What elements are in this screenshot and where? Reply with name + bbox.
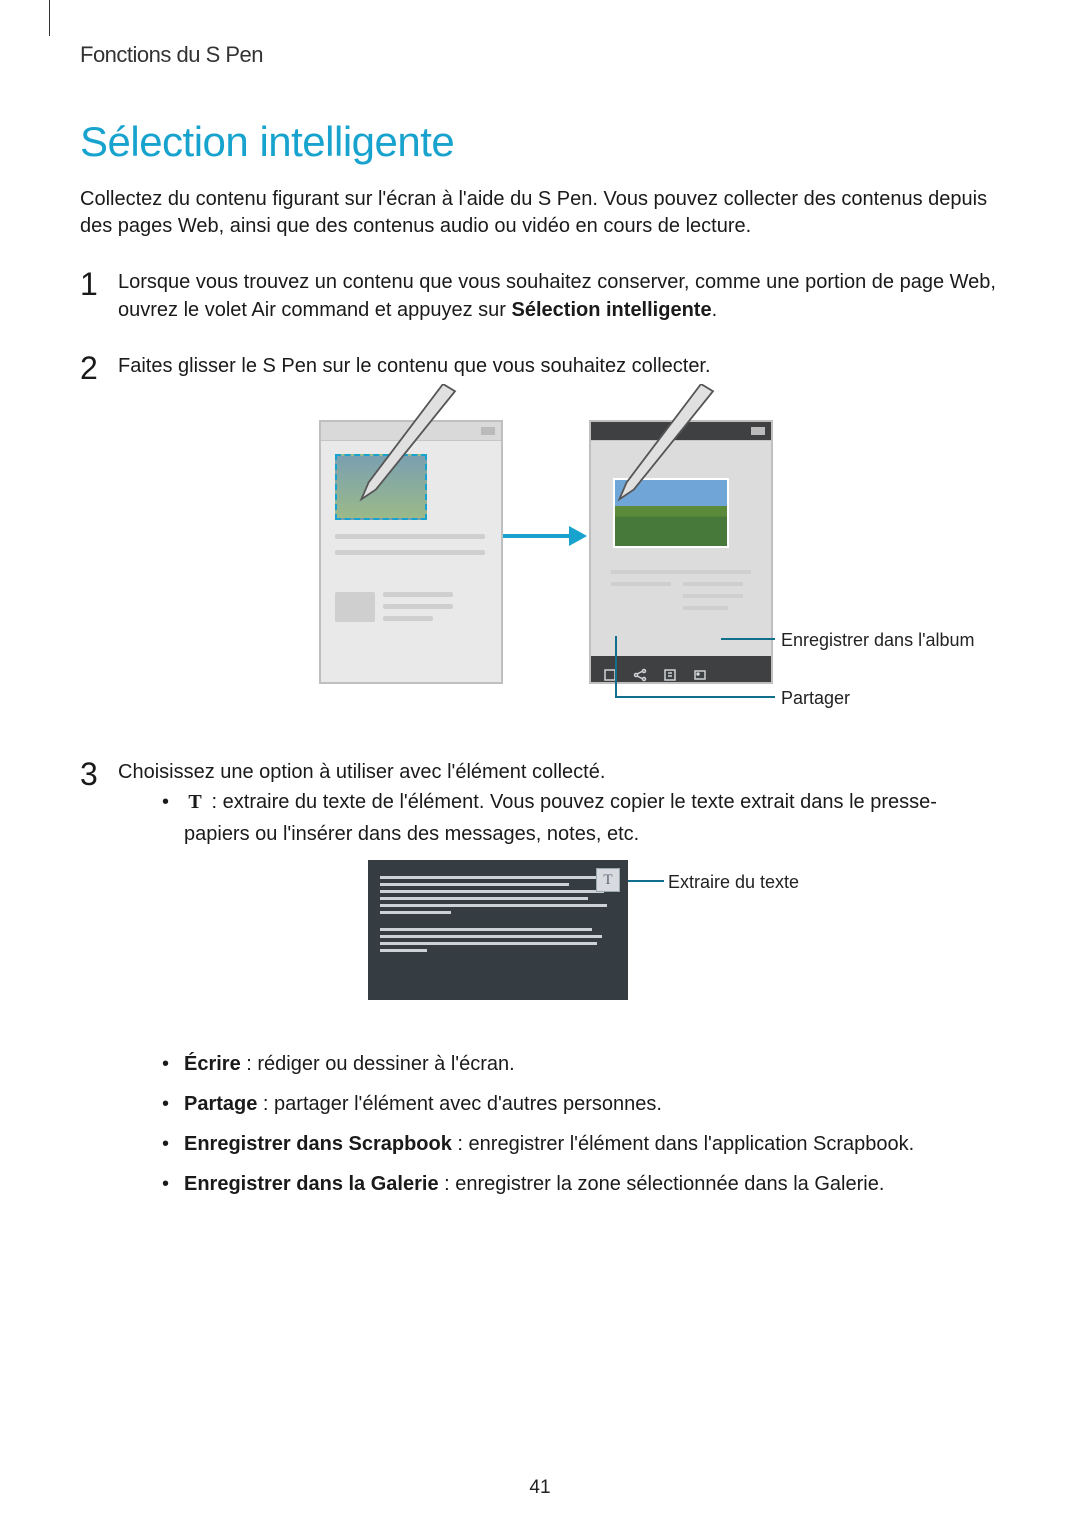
bullet-share: Partage : partager l'élément avec d'autr…	[156, 1088, 1000, 1120]
step-1-text-c: .	[712, 299, 718, 321]
mock-line	[335, 550, 485, 555]
step-2-text: Faites glisser le S Pen sur le contenu q…	[118, 355, 711, 377]
mock-line	[380, 883, 569, 886]
text-capture-screen: T	[368, 860, 628, 1000]
bullet-text-extract: T : extraire du texte de l'élément. Vous…	[156, 786, 1000, 850]
action-toolbar	[591, 656, 771, 682]
mock-line	[335, 534, 485, 539]
mock-line	[383, 616, 433, 621]
callout-share: Partager	[781, 686, 981, 711]
leader-line	[615, 696, 775, 698]
mock-line	[683, 606, 728, 610]
scrapbook-icon	[663, 662, 677, 676]
mock-line	[611, 582, 671, 586]
mock-line	[383, 592, 453, 597]
bullet-desc: : partager l'élément avec d'autres perso…	[257, 1093, 662, 1115]
leader-line	[628, 880, 664, 882]
step-number: 1	[80, 262, 98, 307]
page-body: Fonctions du S Pen Sélection intelligent…	[0, 0, 1080, 1200]
mock-line	[380, 876, 597, 879]
arrow-icon	[503, 530, 587, 542]
step-1-term: Sélection intelligente	[512, 299, 712, 321]
leader-line	[615, 636, 617, 698]
mock-line	[683, 594, 743, 598]
page-title: Sélection intelligente	[80, 118, 1000, 166]
gallery-icon	[693, 662, 707, 676]
selection-marquee	[335, 454, 427, 520]
mock-line	[380, 897, 588, 900]
callout-label: Extraire du texte	[668, 872, 799, 892]
text-extract-icon: T	[184, 786, 206, 818]
bullet-desc: : enregistrer l'élément dans l'applicati…	[452, 1133, 914, 1155]
bullet-text: : extraire du texte de l'élément. Vous p…	[184, 791, 937, 845]
bullet-gallery: Enregistrer dans la Galerie : enregistre…	[156, 1168, 1000, 1200]
mock-line	[335, 592, 375, 622]
bullet-label: Partage	[184, 1093, 257, 1115]
mock-source-screen	[319, 420, 503, 684]
bullet-write: Écrire : rédiger ou dessiner à l'écran.	[156, 1048, 1000, 1080]
mock-line	[380, 942, 597, 945]
captured-image	[613, 478, 729, 548]
mock-line	[380, 928, 592, 931]
callout-extract: Extraire du texte	[668, 870, 868, 895]
bullet-scrapbook: Enregistrer dans Scrapbook : enregistrer…	[156, 1128, 1000, 1160]
option-bullets-lower: Écrire : rédiger ou dessiner à l'écran. …	[156, 1048, 1000, 1200]
bullet-desc: : rédiger ou dessiner à l'écran.	[241, 1053, 515, 1075]
option-bullets: T : extraire du texte de l'élément. Vous…	[156, 786, 1000, 850]
intro-paragraph: Collectez du contenu figurant sur l'écra…	[80, 186, 1000, 240]
bullet-desc: : enregistrer la zone sélectionnée dans …	[439, 1173, 885, 1195]
steps-list: 1 Lorsque vous trouvez un contenu que vo…	[80, 268, 1000, 1200]
mock-line	[380, 935, 602, 938]
margin-rule	[49, 0, 50, 36]
step-number: 3	[80, 752, 98, 797]
page-number: 41	[0, 1477, 1080, 1499]
callout-label: Enregistrer dans l'album	[781, 630, 975, 650]
step-1: 1 Lorsque vous trouvez un contenu que vo…	[80, 268, 1000, 324]
step-2: 2 Faites glisser le S Pen sur le contenu…	[80, 352, 1000, 730]
step-3: 3 Choisissez une option à utiliser avec …	[80, 758, 1000, 1200]
mock-line	[380, 904, 607, 907]
figure-select-gesture: Enregistrer dans l'album Partager	[169, 390, 949, 730]
figure-text-extract: T Extraire du texte	[368, 860, 1068, 1020]
bullet-label: Enregistrer dans Scrapbook	[184, 1133, 452, 1155]
bullet-label: Enregistrer dans la Galerie	[184, 1173, 439, 1195]
chapter-heading: Fonctions du S Pen	[80, 42, 1000, 68]
step-3-text: Choisissez une option à utiliser avec l'…	[118, 761, 605, 783]
text-extract-button: T	[596, 868, 620, 892]
share-icon	[633, 662, 647, 676]
step-number: 2	[80, 346, 98, 391]
leader-line	[721, 638, 775, 640]
mock-line	[380, 949, 427, 952]
mock-line	[380, 890, 604, 893]
mock-line	[380, 911, 451, 914]
mock-status-bar	[321, 422, 501, 441]
callout-label: Partager	[781, 688, 850, 708]
mock-top-bar	[591, 422, 771, 441]
mock-line	[683, 582, 743, 586]
callout-save: Enregistrer dans l'album	[781, 628, 981, 653]
mock-line	[611, 570, 751, 574]
mock-line	[383, 604, 453, 609]
bullet-label: Écrire	[184, 1053, 241, 1075]
